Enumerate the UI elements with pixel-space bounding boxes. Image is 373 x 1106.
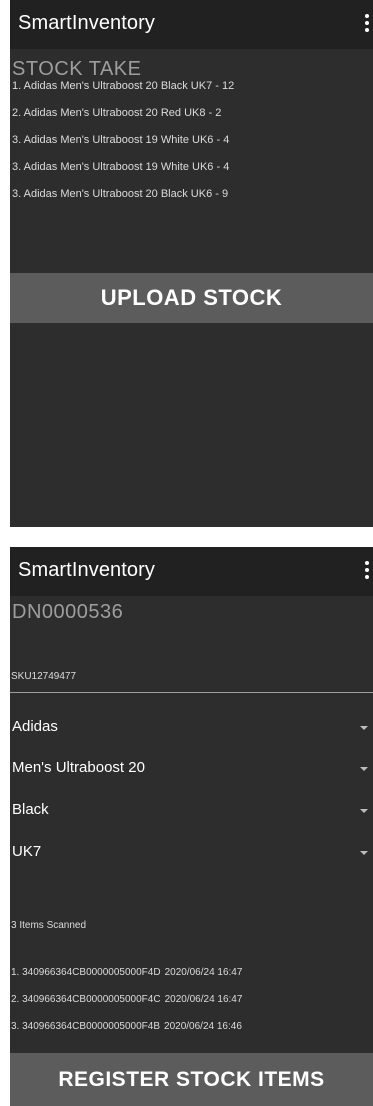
list-item: 3. Adidas Men's Ultraboost 20 Black UK6 … xyxy=(12,188,229,200)
register-stock-screen: SmartInventory DN0000536 SKU12749477 Adi… xyxy=(10,547,373,1106)
list-item: 1. Adidas Men's Ultraboost 20 Black UK7 … xyxy=(12,80,235,92)
list-item: 3. Adidas Men's Ultraboost 19 White UK6 … xyxy=(12,134,230,146)
color-value: Black xyxy=(12,801,49,818)
app-title: SmartInventory xyxy=(18,559,156,581)
brand-value: Adidas xyxy=(12,718,58,735)
scan-timestamp: 2020/06/24 16:47 xyxy=(164,967,243,978)
arrow-drop-down-icon xyxy=(360,851,368,855)
scan-timestamp: 2020/06/24 16:46 xyxy=(164,1021,242,1032)
list-item: 1. 340966364CB0000005000F4D 2020/06/24 16… xyxy=(11,967,371,994)
scanned-items-list: 1. 340966364CB0000005000F4D 2020/06/24 16… xyxy=(11,967,371,1048)
app-bar: SmartInventory xyxy=(10,547,373,596)
upload-stock-button[interactable]: UPLOAD STOCK xyxy=(10,273,373,323)
sku-value: SKU12749477 xyxy=(11,671,77,682)
list-item: 2. Adidas Men's Ultraboost 20 Red UK8 - … xyxy=(12,107,222,119)
list-item: 2. 340966364CB0000005000F4C 2020/06/24 16… xyxy=(11,994,371,1021)
arrow-drop-down-icon xyxy=(360,767,368,771)
arrow-drop-down-icon xyxy=(360,809,368,813)
brand-dropdown[interactable]: Adidas xyxy=(10,707,373,747)
scan-code: 2. 340966364CB0000005000F4C xyxy=(11,994,161,1005)
scan-code: 1. 340966364CB0000005000F4D xyxy=(11,967,161,978)
delivery-note-number: DN0000536 xyxy=(12,601,124,623)
page-title: STOCK TAKE xyxy=(12,58,142,80)
model-dropdown[interactable]: Men's Ultraboost 20 xyxy=(10,748,373,788)
app-bar: SmartInventory xyxy=(10,0,373,49)
register-stock-items-button[interactable]: REGISTER STOCK ITEMS xyxy=(10,1053,373,1106)
more-vert-icon[interactable] xyxy=(364,561,370,583)
arrow-drop-down-icon xyxy=(360,726,368,730)
size-dropdown[interactable]: UK7 xyxy=(10,832,373,872)
color-dropdown[interactable]: Black xyxy=(10,790,373,830)
size-value: UK7 xyxy=(12,843,42,860)
list-item: 3. Adidas Men's Ultraboost 19 White UK6 … xyxy=(12,161,230,173)
list-item: 3. 340966364CB0000005000F4B 2020/06/24 16… xyxy=(11,1021,371,1048)
stock-take-screen: SmartInventory STOCK TAKE 1. Adidas Men'… xyxy=(10,0,373,527)
model-value: Men's Ultraboost 20 xyxy=(12,759,145,776)
scanned-count: 3 Items Scanned xyxy=(11,920,87,931)
scan-timestamp: 2020/06/24 16:47 xyxy=(164,994,243,1005)
app-title: SmartInventory xyxy=(18,12,156,34)
more-vert-icon[interactable] xyxy=(364,14,370,36)
scan-code: 3. 340966364CB0000005000F4B xyxy=(11,1021,161,1032)
sku-field[interactable]: SKU12749477 xyxy=(10,663,373,693)
stock-list: 1. Adidas Men's Ultraboost 20 Black UK7 … xyxy=(12,80,367,215)
